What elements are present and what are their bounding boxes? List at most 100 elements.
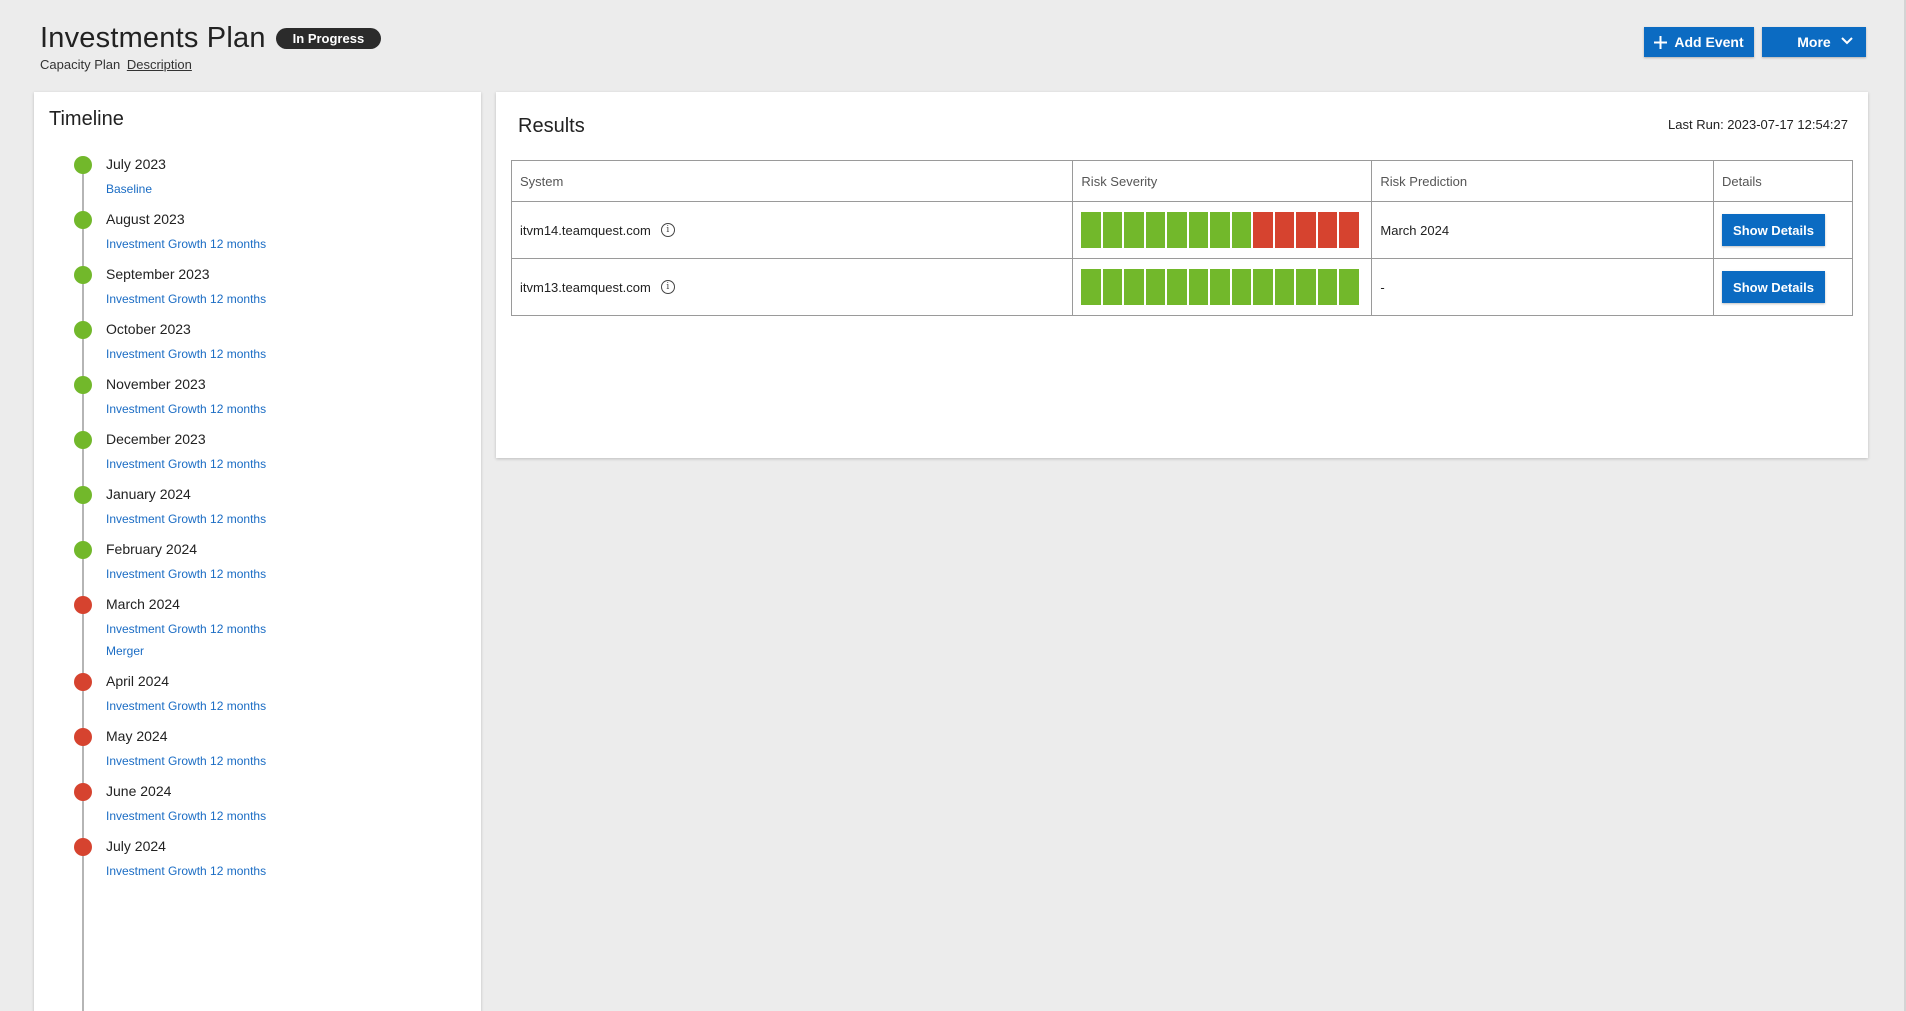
- system-name: itvm13.teamquest.com: [520, 279, 651, 295]
- timeline-event-list: Investment Growth 12 months Merger: [106, 618, 266, 662]
- info-icon[interactable]: i: [660, 280, 675, 294]
- timeline-month: November 2023: [106, 376, 206, 392]
- timeline-month: January 2024: [106, 486, 191, 502]
- timeline-event-link[interactable]: Investment Growth 12 months: [106, 618, 266, 640]
- show-details-button[interactable]: Show Details: [1722, 214, 1825, 246]
- timeline-event-link[interactable]: Merger: [106, 640, 266, 662]
- column-header-risk-severity: Risk Severity: [1072, 160, 1373, 202]
- timeline-event-list: Investment Growth 12 months: [106, 508, 266, 530]
- severity-segment: [1081, 269, 1101, 305]
- more-button[interactable]: More: [1762, 27, 1866, 57]
- severity-segment: [1102, 212, 1123, 248]
- timeline-event-link[interactable]: Investment Growth 12 months: [106, 453, 266, 475]
- timeline-event-list: Investment Growth 12 months: [106, 563, 266, 585]
- timeline-event-list: Investment Growth 12 months: [106, 453, 266, 475]
- timeline-status-dot: [74, 486, 92, 504]
- severity-segment: [1081, 212, 1101, 248]
- timeline-event-list: Investment Growth 12 months: [106, 695, 266, 717]
- severity-segment: [1210, 269, 1230, 305]
- add-event-label: Add Event: [1674, 34, 1744, 50]
- show-details-button[interactable]: Show Details: [1722, 271, 1825, 303]
- table-row: itvm14.teamquest.com i March 2024 Show Deta…: [510, 201, 1853, 259]
- column-header-details: Details: [1713, 160, 1853, 202]
- timeline-panel: Timeline July 2023 Baseline August 2023 Inv…: [34, 92, 481, 1011]
- timeline-month: July 2024: [106, 838, 166, 854]
- timeline-event-list: Investment Growth 12 months: [106, 860, 266, 882]
- timeline-title: Timeline: [49, 108, 124, 130]
- timeline-status-dot: [74, 783, 92, 801]
- timeline-status-dot: [74, 541, 92, 559]
- timeline-month: October 2023: [106, 321, 191, 337]
- timeline-status-dot: [74, 321, 92, 339]
- severity-segment: [1188, 212, 1209, 248]
- timeline-month: May 2024: [106, 728, 168, 744]
- severity-segment: [1145, 269, 1166, 305]
- column-header-risk-prediction: Risk Prediction: [1371, 160, 1714, 202]
- results-header-row: System Risk Severity Risk Prediction Det…: [510, 160, 1853, 202]
- timeline-event-link[interactable]: Investment Growth 12 months: [106, 860, 266, 882]
- timeline-event-link[interactable]: Investment Growth 12 months: [106, 805, 266, 827]
- timeline-event-list: Investment Growth 12 months: [106, 398, 266, 420]
- timeline-status-dot: [74, 211, 92, 229]
- severity-segment: [1210, 212, 1230, 248]
- system-cell: itvm13.teamquest.com i: [510, 258, 1074, 316]
- timeline-event-list: Investment Growth 12 months: [106, 805, 266, 827]
- plan-type-label: Capacity Plan: [40, 57, 121, 72]
- timeline-event-list: Baseline: [106, 178, 152, 200]
- timeline-event-link[interactable]: Baseline: [106, 178, 152, 200]
- severity-segment: [1339, 212, 1359, 248]
- timeline-event-list: Investment Growth 12 months: [106, 233, 266, 255]
- timeline-event-link[interactable]: Investment Growth 12 months: [106, 563, 266, 585]
- column-header-system: System: [510, 160, 1074, 202]
- timeline-event-link[interactable]: Investment Growth 12 months: [106, 233, 266, 255]
- severity-segment: [1317, 269, 1338, 305]
- timeline-connector: [82, 165, 84, 1011]
- page-header: Investments Plan In Progress Capacity Pl…: [40, 22, 1866, 76]
- severity-segment: [1102, 269, 1123, 305]
- risk-severity-cell: [1072, 258, 1373, 316]
- risk-severity-bar: [1081, 212, 1363, 248]
- severity-segment: [1231, 212, 1252, 248]
- timeline-status-dot: [74, 156, 92, 174]
- timeline-event-link[interactable]: Investment Growth 12 months: [106, 695, 266, 717]
- status-badge: In Progress: [275, 28, 382, 49]
- timeline-event-list: Investment Growth 12 months: [106, 288, 266, 310]
- timeline-status-dot: [74, 431, 92, 449]
- timeline-status-dot: [74, 728, 92, 746]
- timeline-month: July 2023: [106, 156, 166, 172]
- system-cell: itvm14.teamquest.com i: [510, 201, 1074, 259]
- header-actions: Add Event More: [1644, 27, 1866, 57]
- add-event-button[interactable]: Add Event: [1644, 27, 1754, 57]
- system-cell-content: itvm13.teamquest.com i: [520, 280, 1064, 295]
- timeline-month: August 2023: [106, 211, 185, 227]
- info-icon[interactable]: i: [660, 223, 675, 237]
- page-subtitle: Capacity Plan Description: [40, 57, 1866, 72]
- timeline-event-link[interactable]: Investment Growth 12 months: [106, 343, 266, 365]
- severity-segment: [1167, 269, 1187, 305]
- timeline-status-dot: [74, 838, 92, 856]
- results-table: System Risk Severity Risk Prediction Det…: [510, 160, 1853, 316]
- system-name: itvm14.teamquest.com: [520, 222, 651, 238]
- timeline-status-dot: [74, 266, 92, 284]
- severity-segment: [1339, 269, 1359, 305]
- last-run-timestamp: Last Run: 2023-07-17 12:54:27: [1668, 117, 1848, 132]
- risk-severity-bar: [1081, 269, 1363, 305]
- timeline-event-link[interactable]: Investment Growth 12 months: [106, 398, 266, 420]
- timeline-status-dot: [74, 673, 92, 691]
- timeline-event-link[interactable]: Investment Growth 12 months: [106, 288, 266, 310]
- page: Investments Plan In Progress Capacity Pl…: [0, 0, 1906, 1011]
- severity-segment: [1296, 269, 1316, 305]
- timeline-month: April 2024: [106, 673, 170, 689]
- severity-segment: [1167, 212, 1187, 248]
- details-cell: Show Details: [1713, 258, 1853, 316]
- timeline-month: March 2024: [106, 596, 180, 612]
- timeline-status-dot: [74, 596, 92, 614]
- page-title: Investments Plan: [40, 22, 266, 54]
- timeline-month: September 2023: [106, 266, 210, 282]
- timeline-event-link[interactable]: Investment Growth 12 months: [106, 750, 266, 772]
- risk-prediction-cell: March 2024: [1371, 201, 1714, 259]
- severity-segment: [1274, 269, 1295, 305]
- description-link[interactable]: Description: [127, 57, 192, 72]
- timeline-event-link[interactable]: Investment Growth 12 months: [106, 508, 266, 530]
- results-title: Results: [518, 115, 585, 137]
